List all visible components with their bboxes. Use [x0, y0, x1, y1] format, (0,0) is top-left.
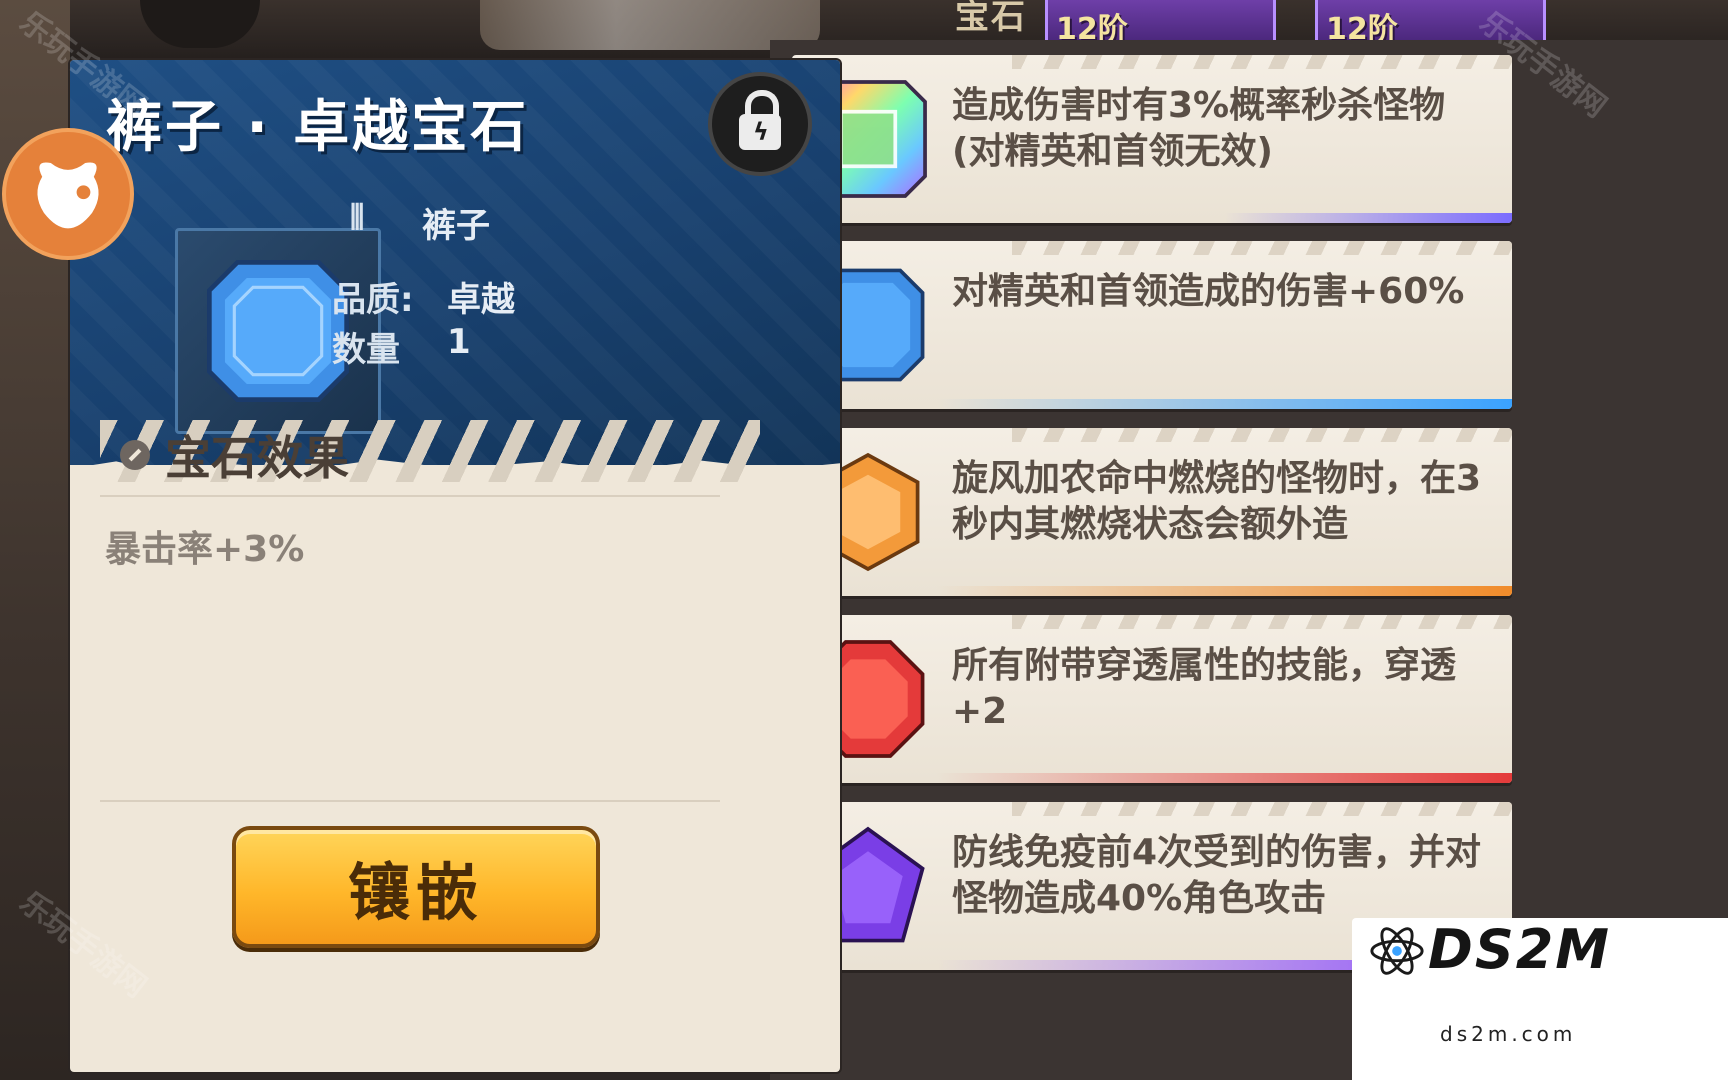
card-stripe [1012, 241, 1512, 255]
site-logo-sub: ds2m.com [1440, 1022, 1577, 1046]
lock-icon: ϟ [739, 90, 781, 150]
effect-text: 暴击率+3% [105, 529, 305, 570]
divider [100, 495, 720, 497]
effect-icon [120, 440, 150, 470]
ox-head-icon [37, 162, 99, 229]
pants-icon: ⫴ [350, 198, 365, 238]
slot-value: 裤子 [422, 206, 490, 246]
count-value: 1 [447, 322, 471, 362]
card-stripe [1012, 55, 1512, 69]
atom-logo-icon [1370, 927, 1424, 975]
gem-card[interactable]: 所有附带穿透属性的技能，穿透+2 [792, 615, 1512, 783]
gem-card[interactable]: 造成伤害时有3%概率秒杀怪物(对精英和首领无效) [792, 55, 1512, 223]
slot-row: ⫴ 裤子 [350, 198, 490, 246]
count-label: 数量 [332, 330, 400, 370]
card-stripe [1012, 428, 1512, 442]
lock-button[interactable]: ϟ [708, 72, 812, 176]
gem-card[interactable]: 旋风加农命中燃烧的怪物时，在3秒内其燃烧状态会额外造 [792, 428, 1512, 596]
gem-detail-panel: 裤子 · 卓越宝石 ϟ ⫴ 裤子 品质: 卓越 数量 1 宝石效果 暴击率+3%… [70, 60, 840, 1072]
gem-effect-text: 防线免疫前4次受到的伤害，并对怪物造成40%角色攻击 [952, 832, 1482, 919]
top-weapon-preview [480, 0, 820, 50]
gem-title: 裤子 · 卓越宝石 [106, 95, 530, 160]
gem-effect-text: 所有附带穿透属性的技能，穿透+2 [952, 645, 1457, 732]
card-stripe [1012, 615, 1512, 629]
count-row: 数量 1 [332, 322, 471, 371]
gem-effect-text: 旋风加农命中燃烧的怪物时，在3秒内其燃烧状态会额外造 [952, 458, 1482, 545]
card-accent [792, 773, 1512, 783]
site-logo-text: DS2M [1428, 918, 1612, 981]
gem-effect-text: 对精英和首领造成的伤害+60% [952, 271, 1465, 312]
effect-title: 宝石效果 [165, 431, 349, 485]
inlay-button-label: 镶嵌 [347, 856, 484, 929]
card-accent [792, 586, 1512, 596]
divider [100, 800, 720, 802]
quality-row: 品质: 卓越 [332, 272, 515, 321]
card-stripe [1012, 802, 1512, 816]
gem-card[interactable]: 对精英和首领造成的伤害+60% [792, 241, 1512, 409]
quality-label: 品质: [332, 280, 414, 320]
card-accent [792, 213, 1512, 223]
quality-value: 卓越 [447, 280, 515, 320]
top-gem-label: 宝石 [955, 0, 1027, 37]
ox-icon[interactable] [2, 128, 134, 260]
inlay-button[interactable]: 镶嵌 [232, 826, 600, 948]
card-accent [792, 399, 1512, 409]
gem-effect-text: 造成伤害时有3%概率秒杀怪物(对精英和首领无效) [952, 85, 1446, 172]
